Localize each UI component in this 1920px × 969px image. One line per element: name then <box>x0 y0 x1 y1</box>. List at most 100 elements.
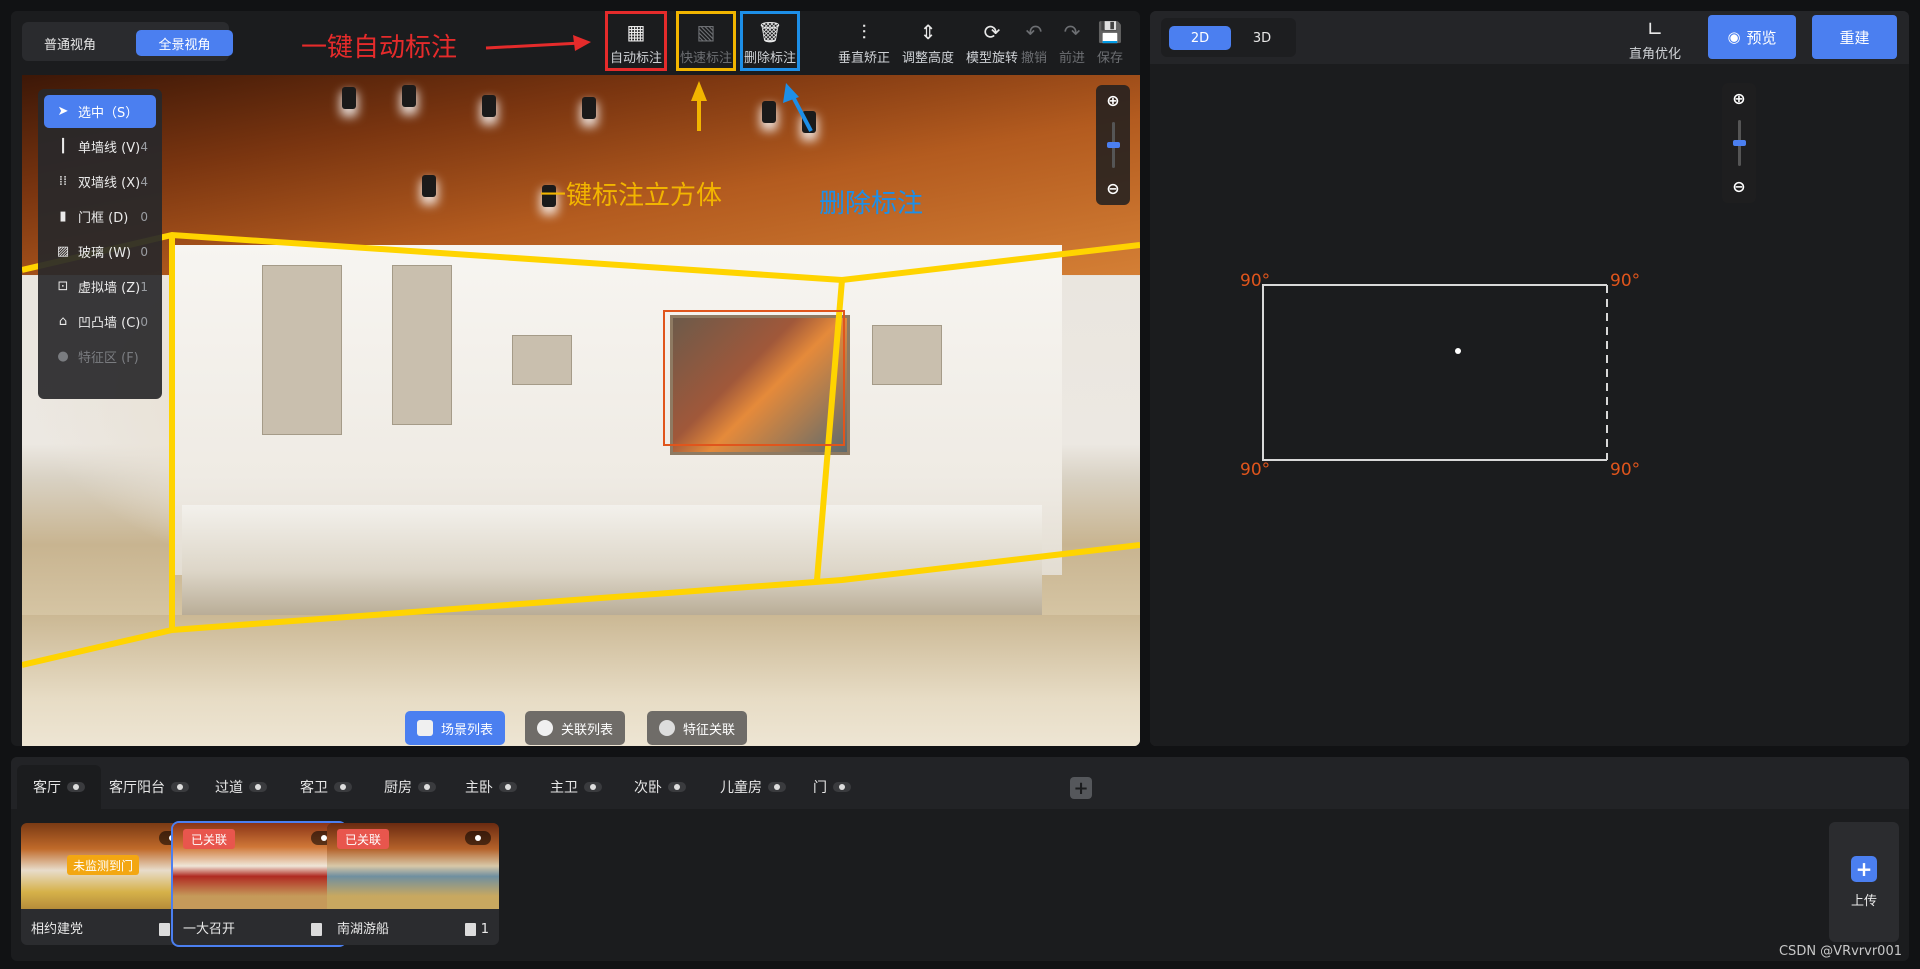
visibility-icon[interactable] <box>584 782 602 792</box>
rebuild-button[interactable]: 重建 <box>1812 15 1897 59</box>
room-tab-label: 儿童房 <box>720 780 762 796</box>
pano-editor-panel: 普通视角 全景视角 ▦ 自动标注 ▧ 快速标注 🗑 删除标注 ⫶ 垂直矫正 ⇕ … <box>11 11 1140 746</box>
legend-item[interactable]: ● 特征区 (F) <box>44 340 156 373</box>
visibility-icon[interactable] <box>334 782 352 792</box>
virtual-wall-icon: ⊡ <box>57 279 69 294</box>
feature-link-button[interactable]: 特征关联 <box>647 711 748 745</box>
room-tab[interactable]: 主卫 <box>537 765 615 809</box>
room-tab[interactable]: 厨房 <box>371 765 449 809</box>
scene-list-label: 场景列表 <box>441 722 494 738</box>
concave-wall-icon: ⌂ <box>58 314 68 329</box>
room-tab[interactable]: 过道 <box>201 765 281 809</box>
floor-plan-canvas[interactable]: 90° 90° 90° 90° ⊕ ⊖ <box>1150 64 1909 746</box>
scene-card[interactable]: 已关联南湖游船 1 <box>327 823 499 945</box>
scene-count-value: 1 <box>480 922 489 937</box>
save-button[interactable]: 💾 保存 <box>1091 11 1129 71</box>
add-room-button[interactable]: + <box>1070 777 1092 799</box>
visibility-icon[interactable] <box>171 782 189 792</box>
visibility-icon[interactable] <box>67 782 85 792</box>
document-icon <box>310 923 322 936</box>
redo-icon: ↷ <box>1063 20 1081 44</box>
blue-arrow <box>783 83 813 132</box>
room-tab[interactable]: 客卫 <box>287 765 365 809</box>
zoom-in-icon[interactable]: ⊕ <box>1732 91 1745 107</box>
zoom-slider-thumb[interactable] <box>1732 140 1746 146</box>
scene-card[interactable]: 未监测到门相约建党0 <box>21 823 193 945</box>
2d-view-button[interactable]: 2D <box>1169 26 1231 50</box>
grid-icon <box>417 720 433 736</box>
adjust-height-button[interactable]: ⇕ 调整高度 <box>897 11 959 71</box>
visibility-icon[interactable] <box>418 782 436 792</box>
red-arrow <box>485 35 591 51</box>
scene-name: 南湖游船 <box>337 922 390 937</box>
legend-item[interactable]: ⌂ 凹凸墙 (C) 0 <box>44 305 156 338</box>
zoom-out-icon[interactable]: ⊖ <box>1106 181 1119 197</box>
map-highlight <box>663 310 845 446</box>
cursor-icon: ➤ <box>57 104 69 119</box>
visibility-icon[interactable] <box>499 782 517 792</box>
legend-item[interactable]: ▮ 门框 (D) 0 <box>44 200 156 233</box>
feature-link-label: 特征关联 <box>683 722 736 738</box>
cube-annotation-callout: 一键标注立方体 <box>540 181 723 211</box>
upload-button[interactable]: + 上传 <box>1829 822 1899 942</box>
undo-button[interactable]: ↶ 撤销 <box>1015 11 1053 71</box>
room-tab[interactable]: 儿童房 <box>705 765 801 809</box>
rotate-model-button[interactable]: ⟳ 模型旋转 <box>961 11 1023 71</box>
no-door-warning-badge: 未监测到门 <box>67 855 140 875</box>
gear-icon <box>659 720 675 736</box>
zoom-out-icon[interactable]: ⊖ <box>1732 179 1745 195</box>
legend-item[interactable]: ⁞⁞ 双墙线 (X) 4 <box>44 165 156 198</box>
panorama-viewport[interactable]: ➤ 选中（S） ┃ 单墙线 (V) 4 ⁞⁞ 双墙线 (X) 4 ▮ 门框 (D) 0 ▨ 玻璃 (W)… <box>22 75 1140 746</box>
visibility-icon[interactable] <box>668 782 686 792</box>
legend-item-label: 门框 (D) <box>78 211 129 226</box>
preview-button[interactable]: ◉ 预览 <box>1708 15 1796 59</box>
zoom-slider[interactable] <box>1732 120 1746 166</box>
visibility-icon[interactable] <box>249 782 267 792</box>
linked-badge: 已关联 <box>337 829 390 849</box>
visibility-icon[interactable] <box>833 782 851 792</box>
scene-card[interactable]: 已关联一大召开1 <box>171 821 347 947</box>
save-icon: 💾 <box>1097 20 1123 44</box>
legend-item[interactable]: ⊡ 虚拟墙 (Z) 1 <box>44 270 156 303</box>
panorama-eye-icon[interactable] <box>465 831 491 845</box>
room-tab[interactable]: 次卧 <box>621 765 699 809</box>
double-wall-icon: ⁞⁞ <box>58 174 68 189</box>
legend-item[interactable]: ▨ 玻璃 (W) 0 <box>44 235 156 268</box>
room-tab-label: 厨房 <box>384 780 412 796</box>
adjust-height-icon: ⇕ <box>919 20 937 44</box>
callout-arrows <box>485 35 813 132</box>
scene-thumbnail[interactable]: 已关联 <box>173 823 345 909</box>
redo-button[interactable]: ↷ 前进 <box>1053 11 1091 71</box>
room-tab[interactable]: 门 <box>809 765 855 809</box>
zoom-slider[interactable] <box>1106 122 1120 168</box>
scene-name: 一大召开 <box>183 922 236 937</box>
relation-list-button[interactable]: 关联列表 <box>525 711 626 745</box>
pano-view-button[interactable]: 全景视角 <box>136 30 233 56</box>
zoom-slider-thumb[interactable] <box>1106 142 1120 148</box>
circle-icon <box>537 720 553 736</box>
legend-item[interactable]: ➤ 选中（S） <box>44 95 156 128</box>
watermark: CSDN @VRvrvr001 <box>1778 944 1902 959</box>
legend-item-count: 4 <box>140 139 148 154</box>
cube-top-edge <box>22 231 1140 284</box>
single-wall-icon: ┃ <box>59 139 67 154</box>
room-tab[interactable]: 客厅阳台 <box>103 765 195 809</box>
zoom-in-icon[interactable]: ⊕ <box>1106 93 1119 109</box>
room-tab-label: 主卫 <box>550 780 578 796</box>
legend-item[interactable]: ┃ 单墙线 (V) 4 <box>44 130 156 163</box>
rebuild-label: 重建 <box>1839 28 1870 47</box>
scene-thumbnail[interactable]: 未监测到门 <box>21 823 193 909</box>
room-tab-label: 客厅阳台 <box>109 780 165 796</box>
right-angle-optimize-button[interactable]: ∟ 直角优化 <box>1624 17 1686 67</box>
legend-item-label: 玻璃 (W) <box>78 246 132 261</box>
scene-thumbnail[interactable]: 已关联 <box>327 823 499 909</box>
scene-list-button[interactable]: 场景列表 <box>405 711 506 745</box>
vertical-correct-button[interactable]: ⫶ 垂直矫正 <box>833 11 895 71</box>
room-tab[interactable]: 客厅 <box>17 765 101 809</box>
3d-view-button[interactable]: 3D <box>1231 26 1293 50</box>
floor-plan-drawing[interactable]: 90° 90° 90° 90° <box>1150 64 1909 746</box>
visibility-icon[interactable] <box>768 782 786 792</box>
room-tab[interactable]: 主卧 <box>451 765 531 809</box>
delete-annotation-callout: 删除标注 <box>819 189 924 219</box>
normal-view-button[interactable]: 普通视角 <box>31 30 109 56</box>
